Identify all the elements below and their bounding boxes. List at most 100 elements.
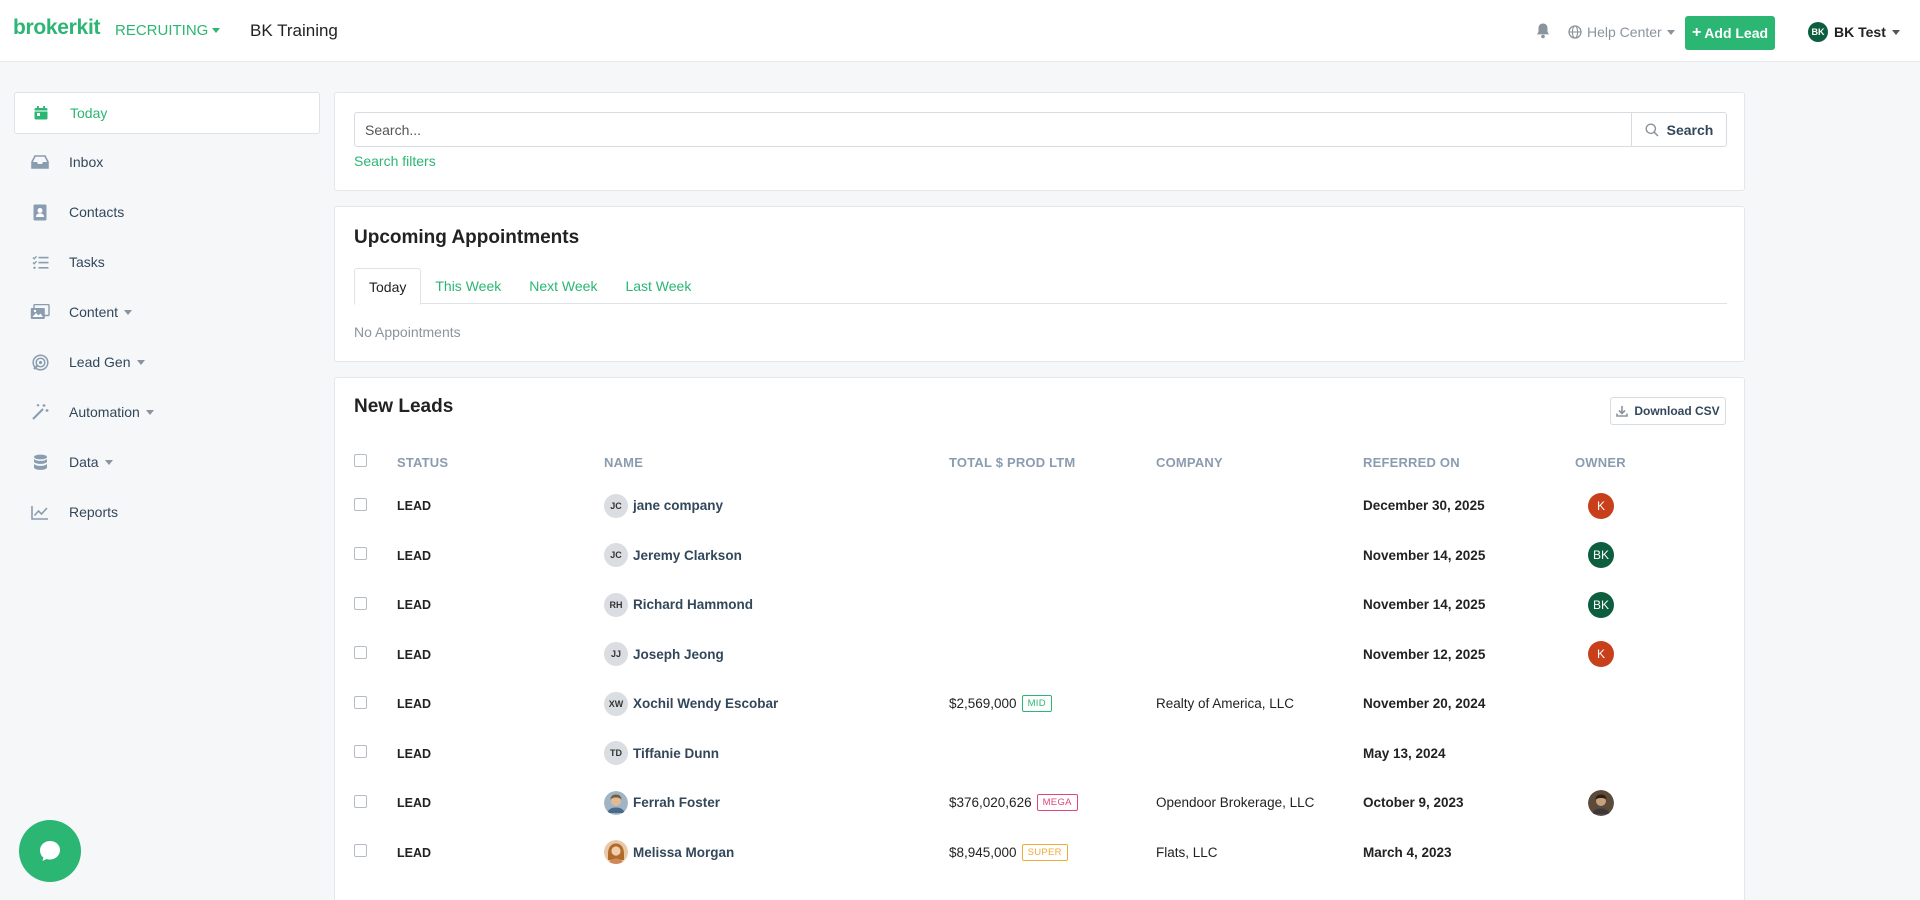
row-checkbox[interactable] — [354, 547, 367, 561]
lead-status: LEAD — [397, 647, 432, 662]
sidebar-item-label: Lead Gen — [69, 354, 131, 370]
tab-last-week[interactable]: Last Week — [611, 268, 705, 304]
leads-table: STATUS NAME TOTAL $ PROD LTM COMPANY REF… — [354, 454, 1727, 877]
owner-avatar[interactable]: K — [1588, 492, 1614, 519]
row-checkbox[interactable] — [354, 596, 367, 610]
user-menu[interactable]: BK BK Test — [1808, 22, 1900, 42]
column-header-status[interactable]: STATUS — [397, 454, 604, 481]
download-icon — [1616, 406, 1629, 417]
help-center-label: Help Center — [1587, 24, 1662, 40]
lead-name-link[interactable]: Richard Hammond — [633, 597, 753, 612]
lead-name-link[interactable]: Joseph Jeong — [633, 647, 724, 662]
content-icon — [30, 303, 50, 321]
search-button[interactable]: Search — [1631, 112, 1727, 147]
table-row[interactable]: LEAD Melissa Morgan $8,945,000 SUPER Flat… — [354, 828, 1727, 878]
lead-avatar: XW — [604, 691, 628, 716]
top-navbar: brokerkit RECRUITING BK Training Help Ce… — [0, 0, 1920, 62]
tab-today[interactable]: Today — [354, 268, 422, 305]
search-input[interactable] — [354, 112, 1631, 147]
table-row[interactable]: LEAD JC jane company December 30, 2025 K — [354, 481, 1727, 531]
sidebar-item-today[interactable]: Today — [14, 92, 320, 134]
lead-status: LEAD — [397, 499, 432, 514]
column-header-company[interactable]: COMPANY — [1156, 454, 1363, 481]
lead-name-link[interactable]: Ferrah Foster — [633, 795, 720, 810]
sidebar-nav: Today Inbox Contacts Tasks Content Lead — [14, 92, 320, 540]
sidebar-item-label: Automation — [69, 404, 140, 420]
column-header-referred-on[interactable]: REFERRED ON — [1363, 454, 1575, 481]
table-row[interactable]: LEAD JC Jeremy Clarkson November 14, 2025… — [354, 531, 1727, 581]
row-checkbox[interactable] — [354, 646, 367, 660]
lead-name-link[interactable]: jane company — [633, 498, 723, 513]
sidebar-item-reports[interactable]: Reports — [14, 490, 320, 534]
no-appointments-text: No Appointments — [354, 324, 461, 340]
lead-status: LEAD — [397, 746, 432, 761]
contacts-icon — [30, 203, 50, 221]
search-panel: Search Search filters — [334, 92, 1745, 191]
sidebar-item-content[interactable]: Content — [14, 290, 320, 334]
sidebar-item-label: Tasks — [69, 254, 105, 270]
table-row[interactable]: LEAD TD Tiffanie Dunn May 13, 2024 — [354, 729, 1727, 779]
chart-icon — [30, 503, 50, 521]
lead-status: LEAD — [397, 697, 432, 712]
sidebar-item-contacts[interactable]: Contacts — [14, 190, 320, 234]
search-bar: Search — [354, 112, 1727, 147]
owner-photo-avatar[interactable] — [1588, 789, 1614, 816]
row-checkbox[interactable] — [354, 497, 367, 511]
owner-avatar[interactable]: BK — [1588, 591, 1614, 618]
wand-icon — [30, 403, 50, 421]
row-checkbox[interactable] — [354, 745, 367, 759]
chevron-down-icon — [104, 459, 113, 465]
row-checkbox[interactable] — [354, 794, 367, 808]
column-header-owner[interactable]: OWNER — [1575, 454, 1727, 481]
download-csv-label: Download CSV — [1634, 404, 1720, 418]
select-all-checkbox[interactable] — [354, 454, 367, 467]
row-checkbox[interactable] — [354, 695, 367, 709]
referred-date: December 30, 2025 — [1363, 498, 1485, 514]
lead-status: LEAD — [397, 598, 432, 613]
column-header-name[interactable]: NAME — [604, 454, 949, 481]
help-center-dropdown[interactable]: Help Center — [1568, 24, 1675, 40]
lead-photo-avatar — [604, 790, 628, 815]
lead-name-link[interactable]: Jeremy Clarkson — [633, 548, 742, 563]
mode-dropdown[interactable]: RECRUITING — [115, 22, 221, 39]
sidebar-item-tasks[interactable]: Tasks — [14, 240, 320, 284]
sidebar-item-lead-gen[interactable]: Lead Gen — [14, 340, 320, 384]
referred-date: March 4, 2023 — [1363, 844, 1452, 860]
tab-this-week[interactable]: This Week — [421, 268, 515, 304]
sidebar-item-label: Reports — [69, 504, 119, 520]
sidebar-item-data[interactable]: Data — [14, 440, 320, 484]
new-leads-panel: New Leads Download CSV STATUS NAME TOTAL… — [334, 377, 1745, 900]
org-name: BK Training — [250, 21, 338, 40]
owner-avatar[interactable]: BK — [1588, 542, 1614, 569]
appointments-panel: Upcoming Appointments Today This Week Ne… — [334, 206, 1745, 362]
chevron-down-icon — [124, 309, 133, 315]
lead-name-link[interactable]: Xochil Wendy Escobar — [633, 696, 778, 711]
table-row[interactable]: LEAD XW Xochil Wendy Escobar $2,569,000 MI… — [354, 679, 1727, 729]
brand-logo[interactable]: brokerkit — [13, 16, 100, 40]
search-filters-link[interactable]: Search filters — [354, 153, 436, 169]
sidebar-item-automation[interactable]: Automation — [14, 390, 320, 434]
lead-name-link[interactable]: Tiffanie Dunn — [633, 746, 719, 761]
referred-date: November 12, 2025 — [1363, 646, 1486, 662]
column-header-total-prod[interactable]: TOTAL $ PROD LTM — [949, 454, 1156, 481]
sidebar-item-label: Content — [69, 304, 119, 320]
owner-avatar[interactable]: K — [1588, 641, 1614, 668]
bell-icon[interactable] — [1535, 22, 1551, 39]
search-button-label: Search — [1666, 121, 1714, 138]
lead-avatar: JJ — [604, 642, 628, 667]
table-row[interactable]: LEAD Ferrah Foster $376,020,626 MEGA Open… — [354, 778, 1727, 828]
lead-status: LEAD — [397, 796, 432, 811]
table-row[interactable]: LEAD RH Richard Hammond November 14, 2025… — [354, 580, 1727, 630]
plus-icon: + — [1691, 24, 1702, 41]
chat-widget-button[interactable] — [19, 820, 81, 882]
sidebar-item-label: Today — [70, 105, 108, 121]
download-csv-button[interactable]: Download CSV — [1610, 397, 1726, 425]
chevron-down-icon — [212, 28, 221, 33]
sidebar-item-inbox[interactable]: Inbox — [14, 140, 320, 184]
sidebar-item-label: Data — [69, 454, 99, 470]
add-lead-button[interactable]: + Add Lead — [1685, 16, 1775, 50]
table-row[interactable]: LEAD JJ Joseph Jeong November 12, 2025 K — [354, 630, 1727, 680]
row-checkbox[interactable] — [354, 844, 367, 858]
tab-next-week[interactable]: Next Week — [515, 268, 611, 304]
lead-name-link[interactable]: Melissa Morgan — [633, 845, 734, 860]
